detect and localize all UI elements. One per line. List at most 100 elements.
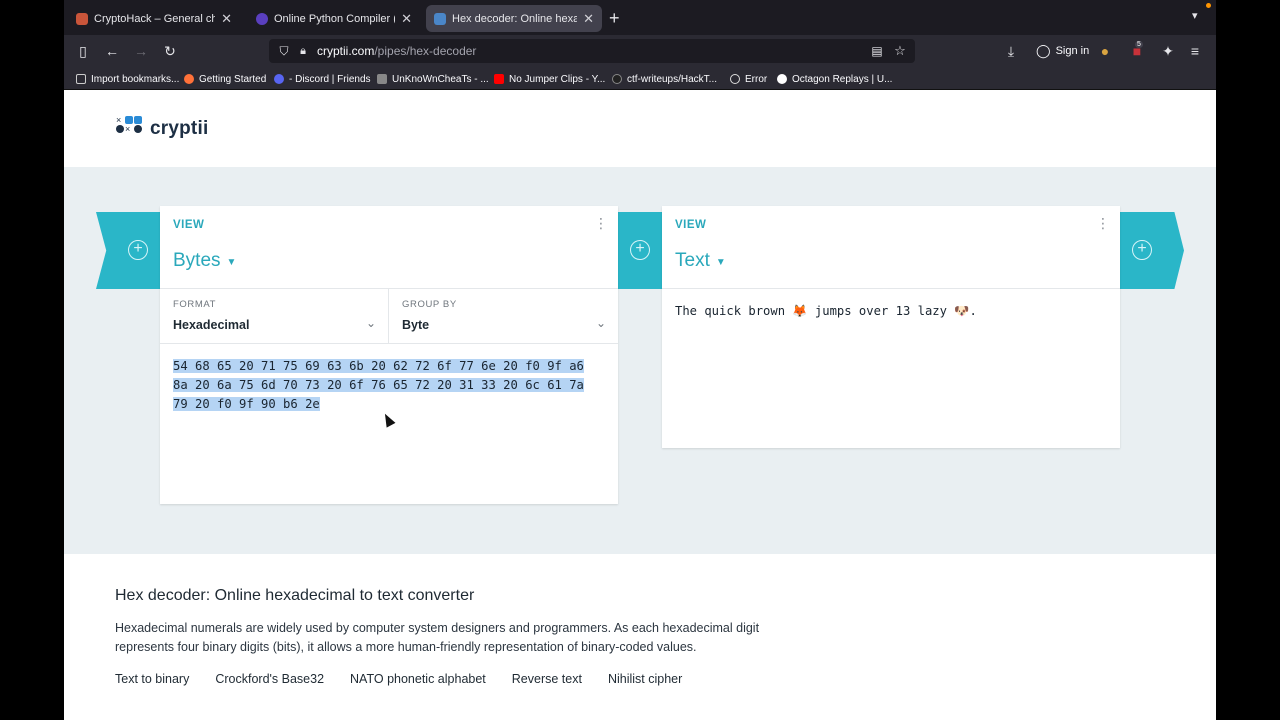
bookmark-unknowncheats[interactable]: UnKnoWnCheaTs - ... [377,72,489,86]
tab-strip: CryptoHack – General challeng ✕ Online P… [64,0,1216,35]
chevron-down-icon: ⌄ [365,316,376,330]
related-link[interactable]: Nihilist cipher [608,672,682,686]
view-name: Text [675,250,710,271]
tab-python-compiler[interactable]: Online Python Compiler (Interp ✕ [248,5,420,32]
lock-icon[interactable]: 🔒︎ [293,41,313,61]
related-link[interactable]: Text to binary [115,672,189,686]
group-by-setting[interactable]: GROUP BY Byte ⌄ [389,289,618,343]
globe-icon [730,74,740,84]
view-selector[interactable]: Bytes ▼ [173,250,236,272]
more-options-icon[interactable]: ⋮ [1096,216,1110,230]
bookmark-getting-started[interactable]: Getting Started [184,72,266,86]
reload-icon[interactable]: ↻ [160,41,180,61]
related-link[interactable]: Reverse text [512,672,582,686]
back-icon[interactable]: ← [102,41,122,61]
bookmark-star-icon[interactable]: ☆ [890,41,910,61]
pipe-connector-middle: + [618,212,662,289]
url-host: cryptii.com [317,44,375,58]
bookmark-discord[interactable]: - Discord | Friends [274,72,371,86]
tab-hex-decoder[interactable]: Hex decoder: Online hexadecim ✕ [426,5,602,32]
import-icon [76,74,86,84]
add-encoder-icon[interactable]: + [1132,240,1152,260]
new-tab-button[interactable]: + [609,8,620,29]
notification-dot-icon [1206,3,1211,8]
youtube-icon [494,74,504,84]
more-options-icon[interactable]: ⋮ [594,216,608,230]
caret-down-icon: ▼ [715,256,726,268]
bookmark-label: Octagon Replays | U... [792,73,893,85]
hex-input-area[interactable]: 54 68 65 20 71 75 69 63 6b 20 62 72 6f 7… [173,357,613,415]
url-text[interactable]: cryptii.com/pipes/hex-decoder [317,44,476,58]
bookmark-label: Import bookmarks... [91,73,180,85]
browser-window: CryptoHack – General challeng ✕ Online P… [64,0,1216,720]
address-bar[interactable]: ⛉ 🔒︎ cryptii.com/pipes/hex-decoder ▤ ☆ [269,39,915,63]
firefox-icon [184,74,194,84]
view-name: Bytes [173,250,221,271]
add-encoder-icon[interactable]: + [128,240,148,260]
hex-line: 8a 20 6a 75 6d 70 73 20 6f 76 65 72 20 3… [173,378,584,393]
tab-cryptohack[interactable]: CryptoHack – General challeng ✕ [68,5,240,32]
bookmark-ctf-writeups[interactable]: ctf-writeups/HackT... [612,72,717,86]
forward-icon[interactable]: → [131,41,151,61]
site-header: × × cryptii [64,90,1216,167]
downloads-icon[interactable]: ⤓ [1001,41,1021,61]
menu-icon[interactable]: ≡ [1185,41,1205,61]
cryptii-logo-icon: × × [116,116,142,142]
sign-in-button[interactable]: ◯ Sign in [1030,41,1095,61]
extensions-icon[interactable]: ✦ [1158,41,1178,61]
close-tab-icon[interactable]: ✕ [221,11,232,27]
github-icon [612,74,622,84]
cookie-extension-icon[interactable]: ● [1095,41,1115,61]
bookmark-label: UnKnoWnCheaTs - ... [392,73,489,85]
view-type-label: VIEW [675,219,707,231]
caret-down-icon: ▼ [226,256,237,268]
logo-text: cryptii [150,118,209,139]
bookmark-import[interactable]: Import bookmarks... [76,72,179,86]
bookmarks-toolbar: Import bookmarks... Getting Started - Di… [64,67,1216,90]
related-links: Text to binary Crockford's Base32 NATO p… [115,672,815,686]
hex-line: 79 20 f0 9f 90 b6 2e [173,397,320,412]
bookmark-label: No Jumper Clips - Y... [509,73,606,85]
site-logo[interactable]: × × cryptii [116,116,208,142]
page-title: Hex decoder: Online hexadecimal to text … [115,587,475,604]
group-by-label: GROUP BY [402,299,457,310]
bookmark-label: ctf-writeups/HackT... [627,73,718,85]
view-type-label: VIEW [173,219,205,231]
tracking-protection-icon[interactable]: ⛉ [274,41,294,61]
navigation-bar: ▯ ← → ↻ ⛉ 🔒︎ cryptii.com/pipes/hex-decod… [64,35,1216,67]
article-body: Hexadecimal numerals are widely used by … [115,621,760,654]
add-encoder-icon[interactable]: + [630,240,650,260]
sidebar-icon[interactable]: ▯ [73,41,93,61]
bookmark-octagon[interactable]: Octagon Replays | U... [777,72,892,86]
unknowncheats-icon [377,74,387,84]
bookmark-label: Error [745,73,768,85]
pipe-connector-start: + [96,212,160,289]
related-link[interactable]: NATO phonetic alphabet [350,672,486,686]
list-all-tabs-icon[interactable]: ▾ [1192,9,1198,22]
format-value: Hexadecimal [173,318,250,332]
bytes-view-card: VIEW ⋮ Bytes ▼ FORMAT Hexadecimal ⌄ GROU… [160,206,618,504]
bookmark-no-jumper[interactable]: No Jumper Clips - Y... [494,72,605,86]
text-view-card: VIEW ⋮ Text ▼ The quick brown 🦊 jumps ov… [662,206,1120,448]
divider [662,288,1120,289]
format-setting[interactable]: FORMAT Hexadecimal ⌄ [160,289,389,343]
text-output-area[interactable]: The quick brown 🦊 jumps over 13 lazy 🐶. [675,304,977,318]
related-link[interactable]: Crockford's Base32 [215,672,324,686]
tab-title: CryptoHack – General challeng [94,12,216,25]
close-tab-icon[interactable]: ✕ [401,11,412,27]
discord-icon [274,74,284,84]
reader-view-icon[interactable]: ▤ [867,41,887,61]
cryptii-favicon-icon [434,12,446,25]
format-label: FORMAT [173,299,217,310]
sign-in-label: Sign in [1055,45,1090,57]
article-section: Hex decoder: Online hexadecimal to text … [115,587,815,686]
hex-line: 54 68 65 20 71 75 69 63 6b 20 62 72 6f 7… [173,359,584,373]
close-tab-icon[interactable]: ✕ [583,11,594,27]
pipe-connector-end: + [1120,212,1184,289]
bookmark-label: Getting Started [199,73,267,85]
view-selector[interactable]: Text ▼ [675,250,726,272]
programiz-favicon-icon [256,12,268,25]
bookmark-error[interactable]: Error [730,72,767,86]
divider [160,343,618,344]
cryptohack-favicon-icon [76,12,88,25]
